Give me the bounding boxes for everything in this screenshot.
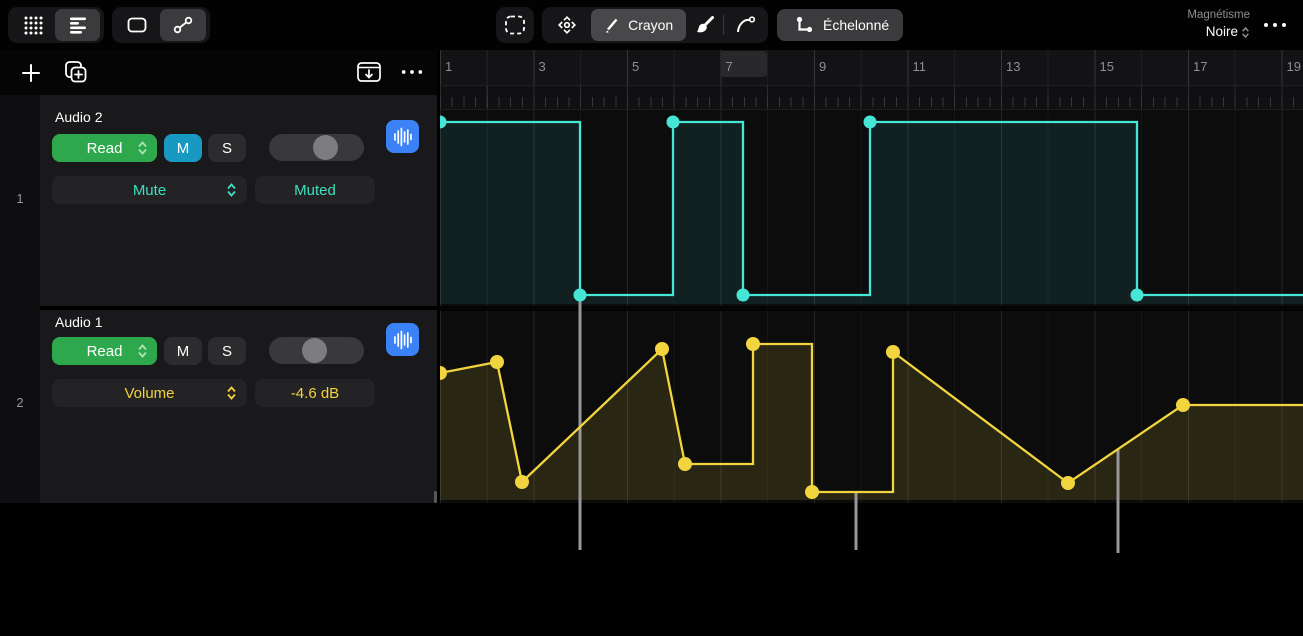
track-import-button[interactable]: [355, 60, 383, 84]
automation-mode-button[interactable]: Read: [52, 134, 157, 162]
ruler-bar-number: 13: [1006, 59, 1021, 74]
track-name: Audio 1: [55, 314, 103, 330]
pencil-icon: [603, 16, 621, 34]
waveform-icon: [393, 127, 412, 146]
curve-tool-icon: [733, 13, 757, 37]
stepped-mode-button[interactable]: Échelonné: [777, 9, 904, 41]
automation-value-field[interactable]: Muted: [255, 176, 375, 204]
pencil-tool-label: Crayon: [628, 17, 674, 33]
beat-ticks: [440, 97, 1303, 107]
tracks-list-icon: [67, 14, 89, 36]
automation-mode-label: Read: [86, 139, 123, 157]
ruler-bar-number: 11: [912, 59, 927, 74]
edit-mode-switcher: [112, 7, 210, 43]
chevron-up-down-icon: [227, 183, 236, 197]
move-tool-icon: [555, 13, 579, 37]
snap-setting[interactable]: Magnétisme Noire: [1150, 8, 1250, 42]
ruler-bar-number: 17: [1193, 59, 1208, 74]
grid-view-button[interactable]: [10, 9, 55, 41]
move-tool-button[interactable]: [544, 9, 591, 41]
snap-chevrons-icon: [1242, 27, 1249, 39]
bar-ruler[interactable]: 1 3 5 7 9 11 13 15 17 19: [440, 50, 1303, 86]
grid-icon: [22, 14, 44, 36]
ruler-bar-number: 9: [819, 59, 827, 74]
track-header-audio-2[interactable]: Audio 2 Read M S Mute Muted: [40, 95, 437, 306]
parameter-label: Volume: [124, 384, 175, 402]
ruler-bar-number: 5: [632, 59, 640, 74]
more-options-icon: [401, 70, 423, 74]
chevron-up-down-icon: [138, 344, 147, 358]
regions-view-button[interactable]: [114, 9, 160, 41]
fader-knob[interactable]: [313, 135, 338, 160]
duplicate-track-button[interactable]: [60, 57, 90, 87]
ruler-bar-number: 3: [538, 59, 546, 74]
toolbar-more-button[interactable]: [1260, 17, 1290, 33]
add-track-button[interactable]: [17, 59, 45, 87]
waveform-icon: [393, 330, 412, 349]
marquee-icon: [502, 12, 528, 38]
region-icon: [125, 13, 149, 37]
automation-parameter-select[interactable]: Mute: [52, 176, 247, 204]
track-number: 1: [16, 191, 24, 206]
solo-button-label: S: [221, 139, 232, 157]
more-options-icon: [1264, 23, 1286, 27]
chevron-up-down-icon: [138, 141, 147, 155]
track-name: Audio 2: [55, 109, 103, 125]
tracks-view-button[interactable]: [55, 9, 100, 41]
mute-button[interactable]: M: [164, 337, 202, 365]
automation-mode-button[interactable]: Read: [52, 337, 157, 365]
mute-automation-lane[interactable]: [440, 110, 1303, 306]
solo-button[interactable]: S: [208, 134, 246, 162]
waveform-editor-button[interactable]: [386, 120, 419, 153]
stepped-mode-label: Échelonné: [823, 17, 890, 33]
mini-fader[interactable]: [269, 134, 364, 161]
tool-switcher: Crayon: [542, 7, 768, 43]
automation-view-button[interactable]: [160, 9, 206, 41]
automation-icon: [171, 13, 195, 37]
marquee-tool-button[interactable]: [496, 7, 534, 43]
mute-button-label: M: [176, 139, 190, 157]
track-number: 2: [16, 395, 24, 410]
brush-tool-button[interactable]: [686, 9, 724, 41]
ruler-bar-number: 1: [445, 59, 453, 74]
stepped-icon: [795, 15, 815, 35]
top-toolbar: Crayon Échelonné Magnétisme Noire: [0, 0, 1303, 50]
fader-knob[interactable]: [302, 338, 327, 363]
parameter-value: -4.6 dB: [290, 384, 340, 402]
ruler-bar-number: 19: [1286, 59, 1301, 74]
track-number-strip: 1 2: [0, 95, 40, 503]
mute-button[interactable]: M: [164, 134, 202, 162]
pencil-tool-button[interactable]: Crayon: [590, 9, 686, 41]
mini-fader[interactable]: [269, 337, 364, 364]
automation-parameter-select[interactable]: Volume: [52, 379, 247, 407]
beat-ruler[interactable]: [440, 86, 1303, 110]
mute-button-label: M: [176, 342, 190, 360]
solo-button-label: S: [221, 342, 232, 360]
parameter-value: Muted: [294, 181, 336, 199]
track-list-more-button[interactable]: [398, 64, 426, 80]
track-header-audio-1[interactable]: Audio 1 Read M S Volume -4.6 dB: [40, 310, 437, 503]
curve-tool-button[interactable]: [724, 9, 766, 41]
automation-timeline[interactable]: 1 3 5 7 9 11 13 15 17 19: [440, 50, 1303, 503]
view-mode-switcher: [8, 7, 104, 43]
snap-label: Magnétisme: [1187, 9, 1250, 21]
waveform-editor-button[interactable]: [386, 323, 419, 356]
panel-resize-handle[interactable]: [434, 491, 437, 503]
ruler-bar-number: 7: [725, 59, 733, 74]
track-list-header: [0, 50, 437, 95]
chevron-up-down-icon: [227, 386, 236, 400]
parameter-label: Mute: [132, 181, 167, 199]
logic-automation-view: { "toolbar": { "crayon_label": "Crayon",…: [0, 0, 1303, 636]
automation-mode-label: Read: [86, 342, 123, 360]
ruler-bar-number: 15: [1099, 59, 1114, 74]
snap-value: Noire: [1205, 24, 1238, 40]
brush-icon: [694, 14, 716, 36]
solo-button[interactable]: S: [208, 337, 246, 365]
automation-value-field[interactable]: -4.6 dB: [255, 379, 375, 407]
volume-automation-lane[interactable]: [440, 311, 1303, 503]
